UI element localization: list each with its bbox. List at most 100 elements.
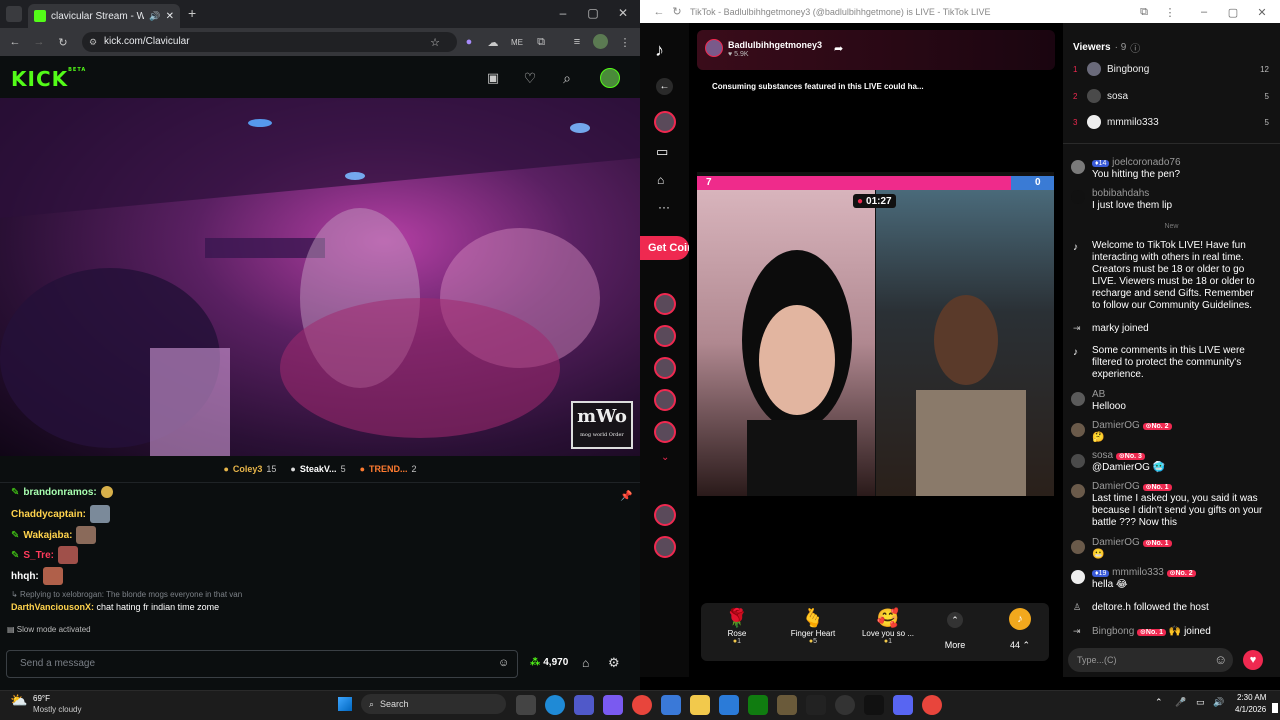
like-heart-icon[interactable]: ♥ xyxy=(1243,650,1263,670)
chat-username[interactable]: bobibahdahs xyxy=(1092,188,1149,199)
extensions-puzzle-icon[interactable]: ⧉ xyxy=(532,33,550,51)
gift-item-rose[interactable]: 🌹 Rose ●1 xyxy=(714,608,760,645)
game-icon[interactable] xyxy=(777,695,797,715)
gift-item-finger-heart[interactable]: 🫰 Finger Heart ●5 xyxy=(784,608,842,645)
taskbar-search[interactable]: ⌕ Search xyxy=(361,694,506,714)
more-gifts-button[interactable]: ⌃ More xyxy=(940,612,970,650)
chat-username[interactable]: DamierOG xyxy=(1092,420,1140,431)
copilot-icon[interactable] xyxy=(603,695,623,715)
tab-close-icon[interactable]: ✕ xyxy=(166,11,174,22)
pin-icon[interactable]: 📌 xyxy=(620,491,632,502)
notification-icon[interactable] xyxy=(1272,703,1278,713)
gifter-item[interactable]: ● SteakV... 5 xyxy=(290,464,345,474)
chat-username[interactable]: Chaddycaptain: xyxy=(11,509,86,520)
tray-chevron-icon[interactable]: ⌃ xyxy=(1155,697,1163,708)
chat-username[interactable]: Wakajaba: xyxy=(23,530,72,541)
edge-icon[interactable] xyxy=(545,695,565,715)
capcut-icon[interactable] xyxy=(719,695,739,715)
start-menu-icon[interactable] xyxy=(338,697,352,711)
chat-username[interactable]: DarthVanciousonX: xyxy=(11,602,94,612)
close-window-button[interactable]: ✕ xyxy=(1253,3,1271,21)
new-tab-button[interactable]: + xyxy=(188,5,196,21)
chevron-down-icon[interactable]: ⌄ xyxy=(661,452,669,463)
back-icon[interactable]: ← xyxy=(650,3,668,21)
tab-audio-icon[interactable]: 🔊 xyxy=(149,11,160,22)
reload-icon[interactable]: ↻ xyxy=(668,3,686,21)
sidebar-avatar[interactable] xyxy=(654,111,676,133)
emoji-icon[interactable]: ☺ xyxy=(1214,652,1227,667)
follow-heart-icon[interactable]: ♡ xyxy=(521,69,539,87)
bookmark-star-icon[interactable]: ☆ xyxy=(426,33,444,51)
gift-item-love-you[interactable]: 🥰 Love you so ... ●1 xyxy=(855,608,921,645)
task-view-icon[interactable] xyxy=(516,695,536,715)
chat-username[interactable]: sosa xyxy=(1092,450,1113,461)
url-field[interactable]: ⚙ kick.com/Clavicular xyxy=(82,32,457,52)
extension-2-icon[interactable]: ☁ xyxy=(484,33,502,51)
home-icon[interactable]: ⌂ xyxy=(657,173,664,187)
chat-username[interactable]: marky xyxy=(1092,323,1119,334)
live-avatar[interactable] xyxy=(654,357,676,379)
chat-username[interactable]: joelcoronado76 xyxy=(1112,157,1180,168)
extension-1-icon[interactable]: ● xyxy=(460,33,478,51)
gifter-item[interactable]: ● Coley3 15 xyxy=(223,464,276,474)
xbox-icon[interactable] xyxy=(748,695,768,715)
network-icon[interactable]: ▭ xyxy=(1196,697,1205,708)
store-icon[interactable] xyxy=(661,695,681,715)
weather-icon[interactable]: ⛅ xyxy=(10,692,27,709)
weather-condition[interactable]: Mostly cloudy xyxy=(33,705,81,714)
minimize-button[interactable]: – xyxy=(1195,3,1213,21)
tiktok-logo-icon[interactable]: ♪ xyxy=(655,40,664,61)
live-avatar[interactable] xyxy=(654,421,676,443)
clips-icon[interactable]: ▣ xyxy=(484,69,502,87)
chat-username[interactable]: hhqh: xyxy=(11,571,39,582)
chrome-icon[interactable] xyxy=(632,695,652,715)
emoji-icon[interactable]: ☺ xyxy=(498,657,509,669)
clock-date[interactable]: 4/1/2026 xyxy=(1235,705,1266,714)
media-control-icon[interactable]: ≡ xyxy=(568,33,586,51)
top-viewer-row[interactable]: 1 Bingbong 12 xyxy=(1073,62,1269,76)
profile-avatar[interactable] xyxy=(593,34,608,49)
settings-gear-icon[interactable]: ⚙ xyxy=(608,655,620,671)
install-app-icon[interactable]: ⧉ xyxy=(1135,3,1153,21)
live-avatar[interactable] xyxy=(654,389,676,411)
host-avatar[interactable] xyxy=(705,39,723,57)
browser-menu-icon[interactable]: ⋮ xyxy=(616,33,634,51)
clock-time[interactable]: 2:30 AM xyxy=(1237,693,1266,702)
chat-username[interactable]: AB xyxy=(1092,389,1105,400)
forward-icon[interactable]: → xyxy=(30,33,48,51)
back-circle-icon[interactable]: ← xyxy=(656,78,673,95)
info-icon[interactable]: ⓘ xyxy=(1130,40,1140,55)
chat-username[interactable]: DamierOG xyxy=(1092,537,1140,548)
get-coins-button[interactable]: Get Coins xyxy=(640,236,689,260)
app-icon[interactable] xyxy=(835,695,855,715)
minimize-button[interactable]: – xyxy=(548,6,578,20)
tiktok-chat-input[interactable]: Type...(C) xyxy=(1068,648,1233,672)
tiktok-app-icon[interactable] xyxy=(864,695,884,715)
file-explorer-icon[interactable] xyxy=(690,695,710,715)
close-window-button[interactable]: ✕ xyxy=(608,6,638,20)
video-icon[interactable]: ▭ xyxy=(656,144,668,160)
search-icon[interactable]: ⌕ xyxy=(558,69,576,87)
site-info-icon[interactable]: ⚙ xyxy=(89,32,97,52)
live-avatar[interactable] xyxy=(654,293,676,315)
live-avatar[interactable] xyxy=(654,536,676,558)
teams-icon[interactable] xyxy=(574,695,594,715)
temperature[interactable]: 69°F xyxy=(33,694,50,703)
host-name[interactable]: Badlulbihhgetmoney3 xyxy=(728,40,822,50)
chat-input[interactable]: Send a message xyxy=(6,650,518,678)
stream-video[interactable] xyxy=(0,98,640,456)
chat-username[interactable]: DamierOG xyxy=(1092,481,1140,492)
coin-balance[interactable]: ♪ 44 ⌃ xyxy=(1000,608,1040,651)
more-dots-icon[interactable]: ··· xyxy=(658,200,670,214)
chat-username[interactable]: Bingbong xyxy=(1092,626,1134,637)
volume-icon[interactable]: 🔊 xyxy=(1213,697,1224,708)
chrome-2-icon[interactable] xyxy=(922,695,942,715)
menu-icon[interactable]: ⋮ xyxy=(1161,3,1179,21)
chat-username[interactable]: deltore.h xyxy=(1092,602,1131,613)
live-avatar[interactable] xyxy=(654,504,676,526)
gifter-item[interactable]: ● TREND... 2 xyxy=(360,464,417,474)
kick-logo[interactable]: KICKBETA xyxy=(11,67,86,91)
reload-icon[interactable]: ↻ xyxy=(54,33,72,51)
battle-view[interactable]: 7 0 ● 01:27 xyxy=(697,172,1054,496)
tab-search-button[interactable] xyxy=(6,6,22,22)
